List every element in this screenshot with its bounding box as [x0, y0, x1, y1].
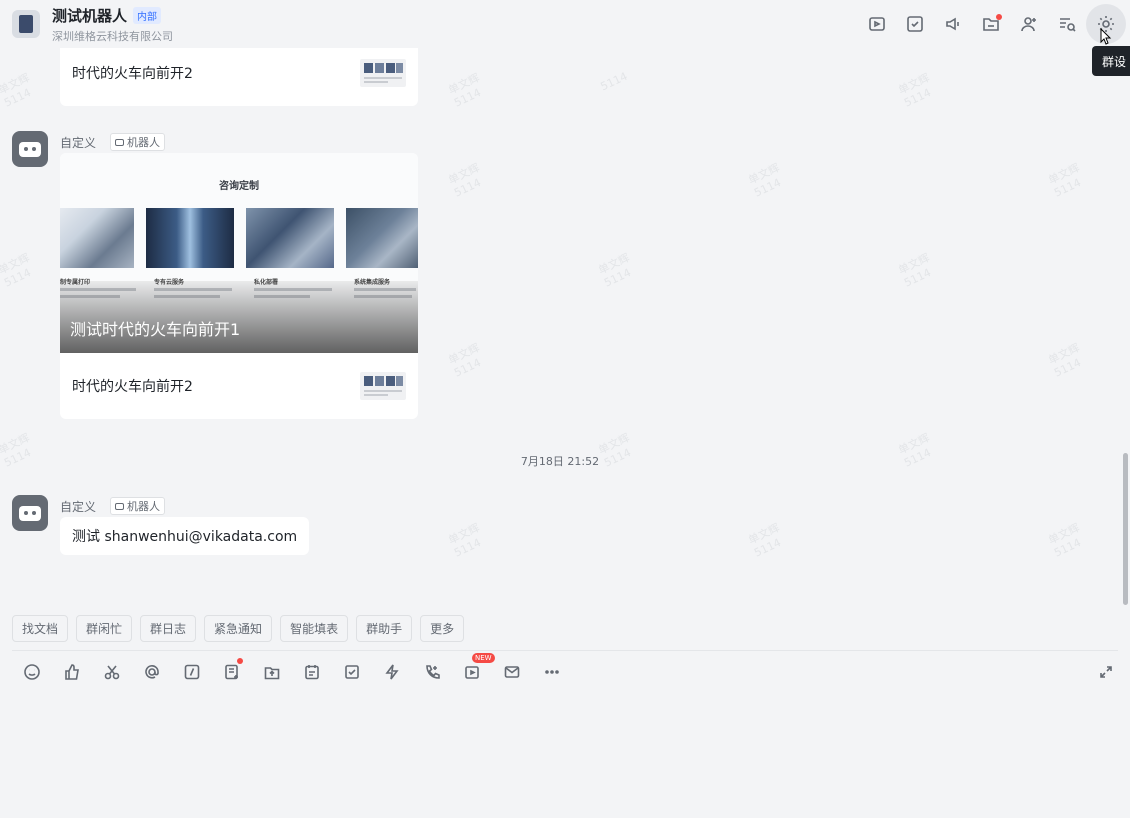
call-icon[interactable]: [412, 658, 452, 686]
banner-photo: [346, 208, 418, 268]
bot-avatar[interactable]: [12, 495, 48, 531]
mouse-cursor-icon: [1100, 27, 1114, 50]
sender-name[interactable]: 自定义: [60, 498, 96, 515]
quick-action-urgent-notice[interactable]: 紧急通知: [204, 615, 273, 642]
doc-add-icon[interactable]: [212, 658, 252, 686]
thumbs-up-icon[interactable]: [52, 658, 92, 686]
internal-tag: 内部: [133, 6, 162, 24]
banner-photo: [146, 208, 234, 268]
video-meeting-icon[interactable]: [858, 5, 896, 43]
mail-icon[interactable]: [492, 658, 532, 686]
quick-action-bar: 找文档 群闲忙 群日志 紧急通知 智能填表 群助手 更多: [12, 615, 465, 642]
slash-command-icon[interactable]: [172, 658, 212, 686]
video-icon[interactable]: NEW: [452, 653, 495, 686]
robot-icon: [115, 138, 125, 146]
sender-line: 自定义 机器人: [60, 133, 166, 151]
robot-icon: [19, 141, 41, 157]
add-member-icon[interactable]: [1010, 5, 1048, 43]
banner-photo: [60, 208, 134, 268]
task-icon[interactable]: [896, 5, 934, 43]
expand-icon[interactable]: [1096, 662, 1116, 682]
card-thumbnail: [360, 372, 406, 400]
quick-action-availability[interactable]: 群闲忙: [76, 615, 133, 642]
banner-headline[interactable]: 测试时代的火车向前开1: [70, 316, 240, 340]
quick-action-smart-form[interactable]: 智能填表: [280, 615, 349, 642]
message-card[interactable]: 咨询定制 制专属打印 专有云服务 私化部署 系统集成服务 测试时代的火车向前开1…: [60, 153, 418, 419]
notification-dot: [237, 658, 243, 664]
input-area[interactable]: [0, 690, 1130, 818]
message-list[interactable]: 时代的火车向前开2 自定义 机器人 咨询定制 制专属打印 专有云服务 私化部署 …: [0, 0, 1120, 600]
bot-avatar[interactable]: [12, 131, 48, 167]
message-timestamp: 7月18日 21:52: [520, 455, 600, 468]
lightning-icon[interactable]: [372, 658, 412, 686]
announcement-icon[interactable]: [934, 5, 972, 43]
quick-action-group-log[interactable]: 群日志: [140, 615, 197, 642]
banner-title: 咨询定制: [219, 181, 259, 192]
scissors-icon[interactable]: [92, 658, 132, 686]
search-history-icon[interactable]: [1048, 5, 1086, 43]
quick-action-more[interactable]: 更多: [420, 615, 465, 642]
chat-header: 测试机器人 内部 深圳维格云科技有限公司: [0, 0, 1130, 48]
org-name: 深圳维格云科技有限公司: [52, 29, 173, 43]
message-card[interactable]: 时代的火车向前开2: [60, 40, 418, 106]
scrollbar[interactable]: [1123, 453, 1128, 605]
emoji-icon[interactable]: [12, 658, 52, 686]
text-message[interactable]: 测试 shanwenhui@vikadata.com: [60, 517, 310, 555]
card-link-label[interactable]: 时代的火车向前开2: [72, 376, 193, 396]
tooltip: 群设: [1092, 46, 1130, 76]
quick-action-group-assistant[interactable]: 群助手: [356, 615, 413, 642]
bot-badge: 机器人: [110, 133, 166, 151]
card-thumbnail: [360, 59, 406, 87]
upload-icon[interactable]: [252, 658, 292, 686]
sender-line: 自定义 机器人: [60, 497, 166, 515]
todo-icon[interactable]: [332, 658, 372, 686]
robot-icon: [19, 505, 41, 521]
quick-action-find-docs[interactable]: 找文档: [12, 615, 69, 642]
card-link-label[interactable]: 时代的火车向前开2: [72, 63, 193, 83]
chat-avatar[interactable]: [12, 10, 40, 38]
banner-photo: [246, 208, 334, 268]
composer-toolbar: NEW: [12, 653, 572, 686]
notification-dot: [996, 14, 1002, 20]
chat-title[interactable]: 测试机器人: [52, 5, 127, 26]
folder-icon[interactable]: [972, 5, 1010, 43]
card-banner-image[interactable]: 咨询定制 制专属打印 专有云服务 私化部署 系统集成服务 测试时代的火车向前开1: [60, 153, 418, 353]
sender-name[interactable]: 自定义: [60, 134, 96, 151]
robot-icon: [115, 502, 125, 510]
bot-badge: 机器人: [110, 497, 166, 515]
calendar-icon[interactable]: [292, 658, 332, 686]
divider: [12, 650, 1118, 651]
more-icon[interactable]: [532, 658, 572, 686]
mention-icon[interactable]: [132, 658, 172, 686]
